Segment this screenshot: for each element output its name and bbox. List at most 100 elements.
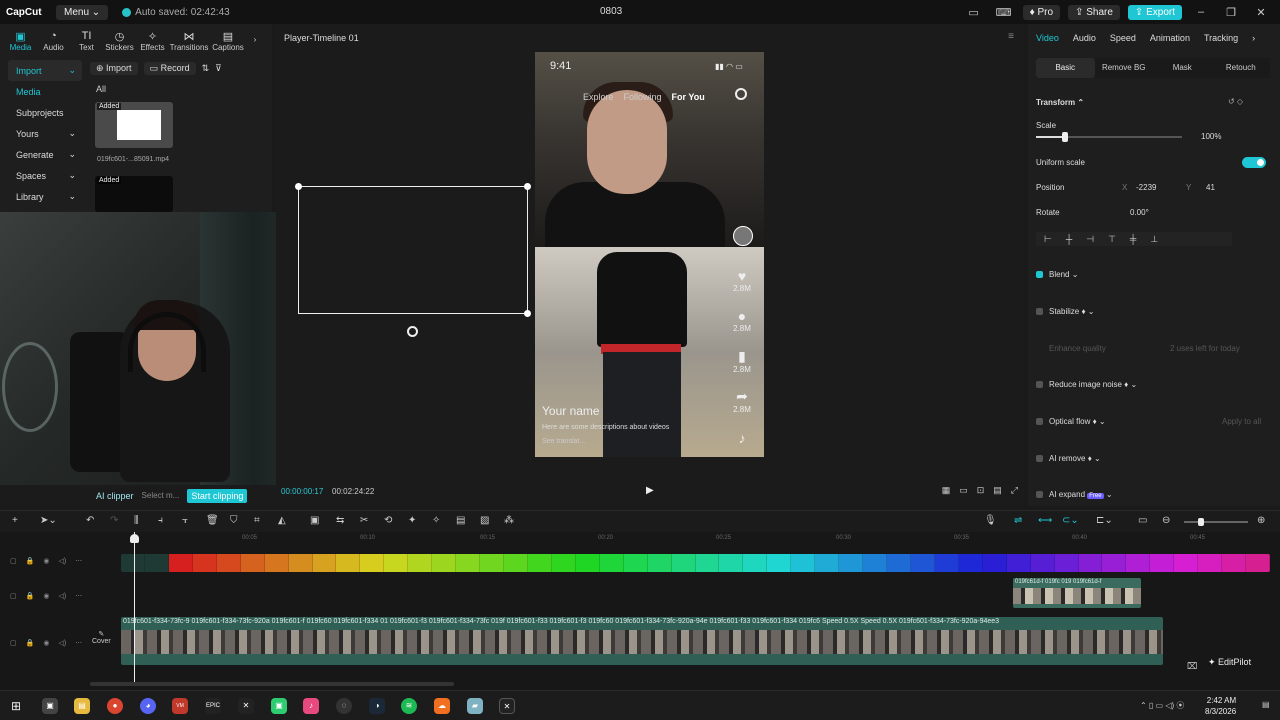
more-tools-icon[interactable]: ⁂ bbox=[504, 515, 514, 526]
snap-icon[interactable]: ⟷ bbox=[1038, 515, 1052, 526]
full-icon[interactable]: ▭ bbox=[959, 485, 968, 496]
start-clipping-button[interactable]: Start clipping bbox=[187, 488, 248, 503]
optical-flow-row[interactable]: Optical flow ♦ ⌄ bbox=[1036, 417, 1106, 426]
quality-icon[interactable]: ▦ bbox=[942, 485, 951, 496]
sort-icon[interactable]: ⇅ bbox=[202, 63, 210, 74]
clock[interactable]: 2:42 AM 8/3/2026 bbox=[1205, 695, 1236, 717]
resize-handle[interactable] bbox=[524, 183, 531, 190]
zoom-slider-knob[interactable] bbox=[1198, 518, 1204, 526]
reverse-icon[interactable]: ⇆ bbox=[336, 515, 344, 526]
magic-icon[interactable]: ✧ bbox=[432, 515, 440, 526]
sidebar-item-library[interactable]: Library ⌄ bbox=[8, 186, 82, 207]
lock-icon[interactable]: 🔒 bbox=[26, 592, 35, 600]
snapshot-icon[interactable]: ⊡ bbox=[977, 485, 985, 496]
scale-slider-knob[interactable] bbox=[1062, 132, 1069, 142]
align-right-icon[interactable]: ⊣ bbox=[1086, 234, 1094, 245]
tab-audio-props[interactable]: Audio bbox=[1073, 33, 1096, 43]
crop-icon[interactable]: ⌗ bbox=[254, 515, 260, 526]
track-lock-icon[interactable]: ▢ bbox=[10, 639, 17, 647]
more-icon[interactable]: ⋯ bbox=[75, 557, 82, 565]
sidebar-item-media[interactable]: Media bbox=[8, 81, 82, 102]
close-icon[interactable]: ✕ bbox=[1250, 6, 1272, 19]
app-icon[interactable]: ▣ bbox=[271, 698, 287, 714]
sidebar-item-subprojects[interactable]: Subprojects bbox=[8, 102, 82, 123]
tabs-more-icon[interactable]: › bbox=[1252, 33, 1255, 43]
record-button[interactable]: ▭ Record bbox=[143, 61, 196, 75]
rotate-input[interactable]: 0.00° bbox=[1130, 208, 1149, 217]
main-video-track[interactable]: 019fc601-f334-73fc-9 019fc601-f334-73fc-… bbox=[121, 617, 1163, 665]
align-top-icon[interactable]: ⊤ bbox=[1108, 234, 1116, 245]
tab-media[interactable]: ▣ Media bbox=[4, 30, 37, 54]
position-y-input[interactable]: 41 bbox=[1206, 183, 1215, 192]
media-thumbnail[interactable]: Added bbox=[95, 102, 173, 148]
undo-icon[interactable]: ↶ bbox=[86, 515, 94, 526]
freeze-icon[interactable]: ▣ bbox=[310, 515, 319, 526]
editpilot-button[interactable]: ✦ EditPilot bbox=[1208, 657, 1251, 668]
subtab-retouch[interactable]: Retouch bbox=[1212, 58, 1271, 78]
tab-tracking[interactable]: Tracking bbox=[1204, 33, 1238, 43]
volume-icon[interactable]: ◁) bbox=[58, 592, 66, 600]
fullscreen-icon[interactable]: ⤢ bbox=[1011, 485, 1018, 496]
blend-checkbox[interactable] bbox=[1036, 271, 1043, 279]
subtab-basic[interactable]: Basic bbox=[1036, 58, 1095, 78]
split-left-icon[interactable]: ⫞ bbox=[158, 515, 163, 526]
notifications-icon[interactable]: ▤ bbox=[1262, 700, 1270, 709]
shortcuts-icon[interactable]: ⌨ bbox=[993, 6, 1015, 19]
uniform-scale-toggle[interactable] bbox=[1242, 157, 1266, 168]
tray-icons[interactable]: ⌃ ▯ ▭ ◁) ⦿ bbox=[1140, 700, 1184, 711]
track-lock-icon[interactable]: ▢ bbox=[10, 592, 17, 600]
redo-icon[interactable]: ↷ bbox=[110, 515, 118, 526]
track-lock-icon[interactable]: ▢ bbox=[10, 557, 17, 565]
sidebar-item-import[interactable]: Import ⌄ bbox=[8, 60, 82, 81]
obs-icon[interactable]: ◌ bbox=[336, 698, 352, 714]
split-icon[interactable]: ⫼ bbox=[134, 515, 139, 526]
filter-icon[interactable]: ⊽ bbox=[215, 63, 222, 74]
share-button[interactable]: ⇪ Share bbox=[1068, 4, 1120, 20]
select-tool-icon[interactable]: ➤⌄ bbox=[40, 515, 57, 526]
image-icon[interactable]: ▨ bbox=[480, 515, 489, 526]
marker-icon[interactable]: ⛉ bbox=[230, 515, 238, 526]
selection-box[interactable] bbox=[295, 183, 531, 317]
optical-flow-checkbox[interactable] bbox=[1036, 418, 1043, 426]
pro-button[interactable]: ♦ Pro bbox=[1022, 4, 1061, 20]
tiktok-app-icon[interactable]: ♪ bbox=[303, 698, 319, 714]
caption-icon[interactable]: ▤ bbox=[456, 515, 465, 526]
mirror-icon[interactable]: ◭ bbox=[278, 515, 286, 526]
transform-heading[interactable]: Transform ⌃ bbox=[1036, 98, 1084, 107]
preview-axis-icon[interactable]: ⊏⌄ bbox=[1096, 515, 1113, 526]
position-x-input[interactable]: -2239 bbox=[1136, 183, 1156, 192]
play-button[interactable]: ▶ bbox=[646, 485, 654, 496]
chrome-icon[interactable]: ● bbox=[107, 698, 123, 714]
align-center-icon[interactable]: ┼ bbox=[1066, 234, 1072, 244]
split-right-icon[interactable]: ⫟ bbox=[182, 515, 188, 526]
video-preview[interactable]: 9:41 ▮▮ ◠ ▭ Explore Following For You ♥ 2… bbox=[535, 52, 764, 457]
player-menu-icon[interactable]: ≡ bbox=[1008, 31, 1014, 42]
ai-clipper-button[interactable]: AI clipper bbox=[96, 491, 134, 501]
spotify-icon[interactable]: ≋ bbox=[401, 698, 417, 714]
lock-icon[interactable]: 🔒 bbox=[26, 639, 35, 647]
subtab-mask[interactable]: Mask bbox=[1153, 58, 1212, 78]
tab-text[interactable]: TI Text bbox=[70, 30, 103, 54]
file-explorer-icon[interactable]: ▤ bbox=[74, 698, 90, 714]
soundcloud-icon[interactable]: ☁ bbox=[434, 698, 450, 714]
more-icon[interactable]: ⋯ bbox=[75, 592, 82, 600]
sidebar-item-spaces[interactable]: Spaces ⌄ bbox=[8, 165, 82, 186]
tab-audio[interactable]: ◔ Audio bbox=[37, 30, 70, 54]
maximize-icon[interactable]: ❐ bbox=[1220, 6, 1242, 19]
windows-start-icon[interactable]: ⊞ bbox=[8, 698, 24, 714]
blend-row[interactable]: Blend ⌄ bbox=[1036, 270, 1078, 279]
ai-expand-checkbox[interactable] bbox=[1036, 491, 1043, 499]
tabs-more-icon[interactable]: › bbox=[247, 35, 263, 54]
delete-icon[interactable]: 🗑 bbox=[206, 515, 219, 526]
link-icon[interactable]: ⇌ bbox=[1014, 515, 1022, 526]
scale-value[interactable]: 100% bbox=[1201, 132, 1221, 141]
tab-animation[interactable]: Animation bbox=[1150, 33, 1190, 43]
tab-transitions[interactable]: ⋈ Transitions bbox=[169, 30, 209, 54]
align-middle-icon[interactable]: ╪ bbox=[1130, 234, 1136, 244]
tab-captions[interactable]: ▤ Captions bbox=[209, 30, 247, 54]
resize-handle[interactable] bbox=[524, 310, 531, 317]
discord-icon[interactable]: ◕ bbox=[140, 698, 156, 714]
reduce-noise-checkbox[interactable] bbox=[1036, 381, 1043, 389]
ai-expand-row[interactable]: AI expand Free ⌄ bbox=[1036, 490, 1113, 499]
zoom-out-icon[interactable]: ⊖ bbox=[1162, 515, 1170, 526]
